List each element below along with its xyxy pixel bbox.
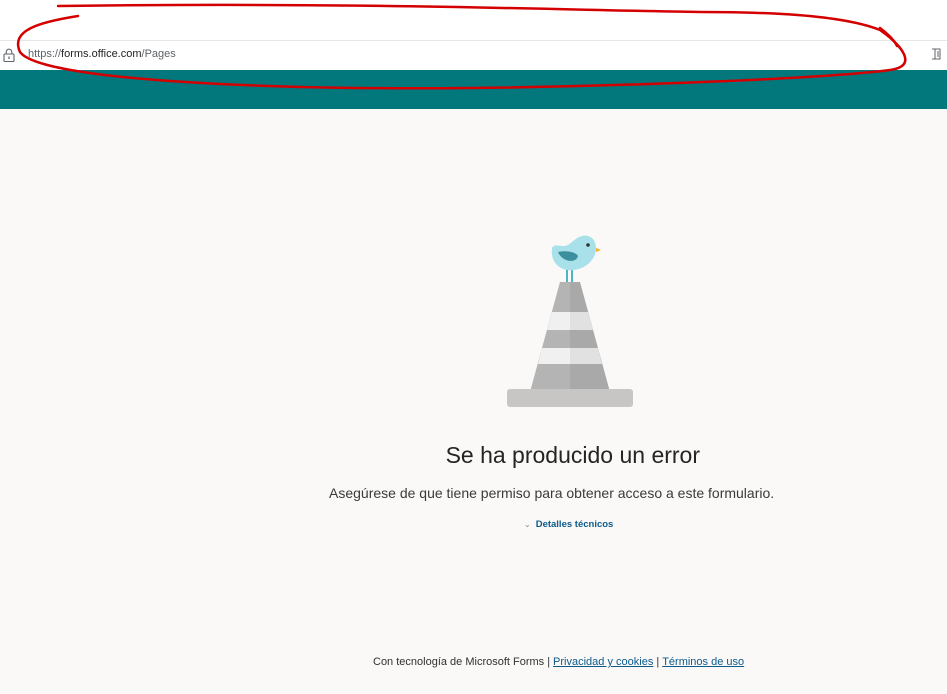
footer-separator: |	[656, 656, 660, 668]
footer-separator: |	[547, 656, 551, 668]
error-title: Se ha producido un error	[445, 442, 700, 468]
technical-details-label: Detalles técnicos	[535, 519, 614, 530]
technical-details-toggle[interactable]: ⌄ Detalles técnicos	[524, 519, 613, 530]
url-domain: forms.office.com	[61, 48, 142, 60]
url-prefix: https://	[28, 48, 62, 60]
forms-header-band	[0, 70, 947, 109]
traffic-cone-bird-illustration	[507, 235, 633, 407]
chevron-down-icon: ⌄	[524, 520, 531, 529]
powered-by-text: Con tecnología de Microsoft Forms	[373, 656, 545, 668]
error-message: Asegúrese de que tiene permiso para obte…	[329, 485, 775, 501]
privacy-link[interactable]: Privacidad y cookies	[553, 656, 653, 668]
page: https://forms.office.com/Pages Se ha pro…	[0, 0, 947, 694]
terms-link[interactable]: Términos de uso	[662, 656, 744, 668]
lock-icon[interactable]	[3, 48, 15, 62]
url-text[interactable]: https://forms.office.com/Pages	[28, 48, 176, 60]
browser-top-strip	[0, 0, 947, 40]
url-path: /Pages	[141, 48, 176, 60]
footer: Con tecnología de Microsoft Forms | Privac…	[373, 656, 744, 668]
